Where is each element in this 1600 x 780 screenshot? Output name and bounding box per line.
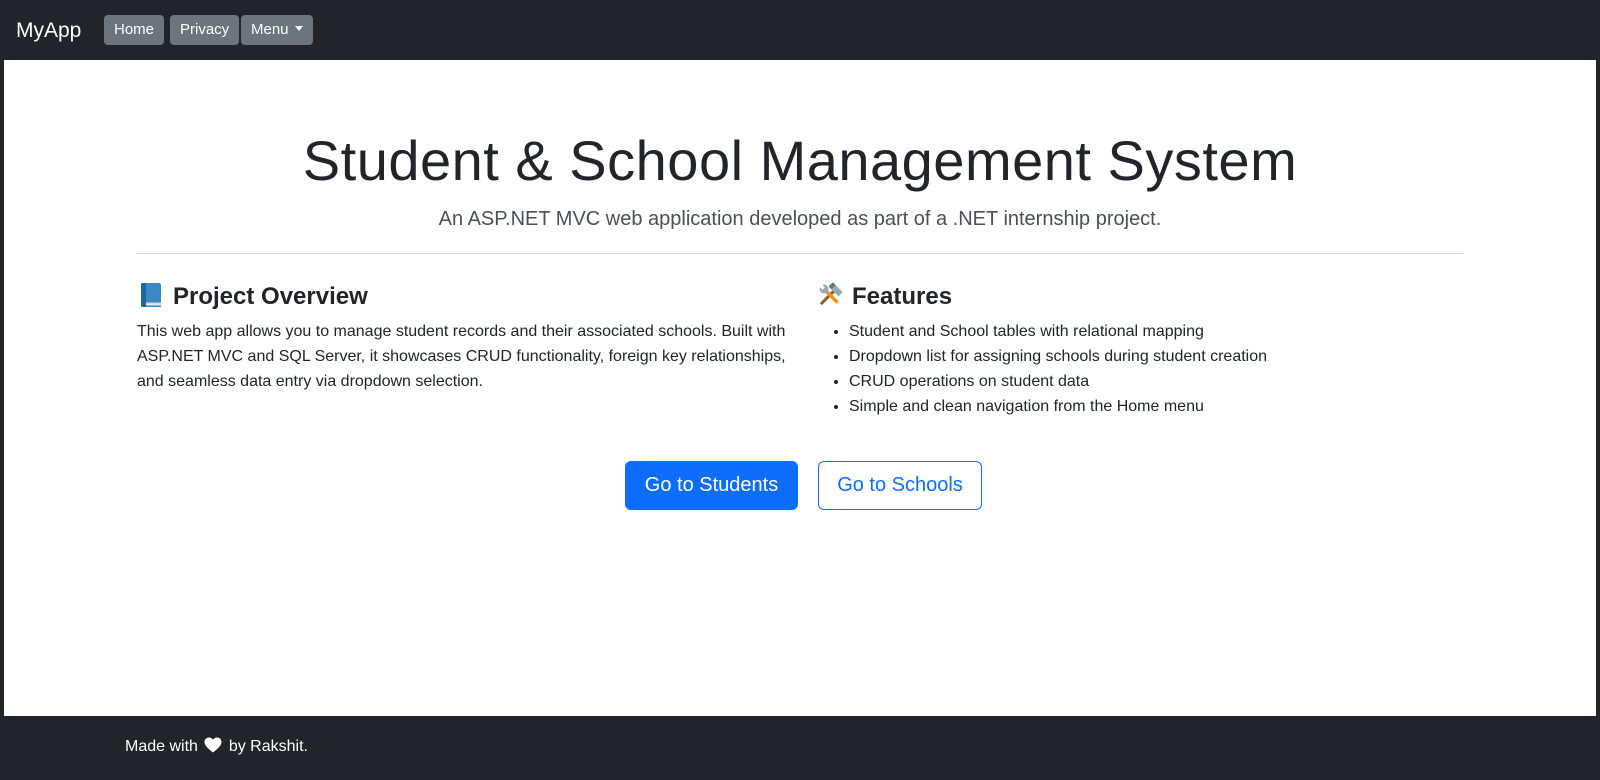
footer-prefix: Made with (125, 738, 198, 755)
page-title: Student & School Management System (302, 129, 1298, 192)
nav-menu-label: Menu (251, 21, 289, 38)
page-footer: Made with by Rakshit. (4, 716, 1596, 778)
overview-heading: Project Overview (137, 281, 368, 312)
heart-icon (204, 737, 222, 753)
page-frame: MyApp Home Privacy Menu Student & School… (4, 2, 1596, 778)
overview-text: This web app allows you to manage studen… (137, 323, 786, 390)
nav-privacy-button[interactable]: Privacy (170, 15, 240, 45)
features-list: Student and School tables with relationa… (816, 319, 1267, 419)
footer-text: Made with by Rakshit. (125, 736, 308, 758)
caret-down-icon (294, 26, 303, 31)
go-to-students-button[interactable]: Go to Students (625, 461, 798, 510)
list-item: CRUD operations on student data (849, 369, 1267, 394)
hammer-and-wrench-icon (818, 282, 843, 305)
blue-book-icon (141, 283, 161, 307)
footer-suffix: by Rakshit. (228, 738, 308, 755)
overview-title: Project Overview (173, 283, 368, 310)
nav-menu-dropdown[interactable]: Menu (241, 15, 313, 45)
section-divider (137, 253, 1463, 254)
features-heading: Features (816, 281, 952, 312)
brand-logo[interactable]: MyApp (16, 17, 81, 45)
page-subtitle: An ASP.NET MVC web application developed… (438, 208, 1162, 230)
list-item: Student and School tables with relationa… (849, 319, 1267, 344)
list-item: Dropdown list for assigning schools duri… (849, 344, 1267, 369)
features-title: Features (852, 283, 953, 310)
go-to-schools-button[interactable]: Go to Schools (818, 461, 982, 510)
list-item: Simple and clean navigation from the Hom… (849, 394, 1267, 419)
top-navbar: MyApp Home Privacy Menu (4, 2, 1596, 60)
nav-home-button[interactable]: Home (104, 15, 165, 45)
